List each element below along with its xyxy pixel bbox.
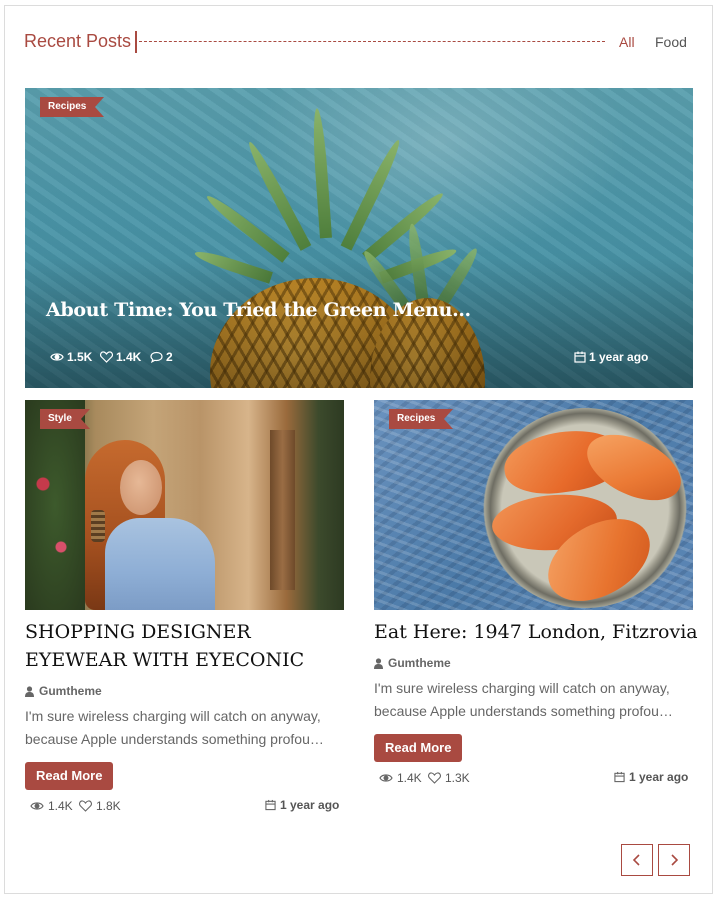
calendar-icon [574, 351, 586, 363]
heart-icon [428, 772, 441, 784]
comment-icon [150, 351, 163, 363]
prev-page-button[interactable] [621, 844, 653, 876]
likes-count: 1.8K [96, 799, 121, 813]
pineapple-leaf [310, 107, 332, 239]
next-page-button[interactable] [658, 844, 690, 876]
category-ribbon[interactable]: Recipes [40, 97, 105, 117]
read-more-button[interactable]: Read More [25, 762, 114, 790]
column [270, 430, 295, 590]
calendar-icon [614, 771, 625, 783]
title-accent-bar [135, 31, 137, 53]
featured-views-count: 1.5K [67, 350, 93, 364]
date-text: 1 year ago [629, 770, 689, 784]
post-1-excerpt: I'm sure wireless charging will catch on… [25, 708, 324, 747]
date-text: 1 year ago [280, 798, 340, 812]
user-icon [25, 685, 34, 697]
user-icon [374, 657, 383, 669]
flowering-shrub [25, 400, 85, 610]
featured-likes[interactable]: 1.4K [100, 350, 141, 364]
tab-food[interactable]: Food [655, 34, 687, 50]
bangles [91, 510, 105, 542]
featured-gradient-overlay [25, 258, 693, 388]
eye-icon [30, 802, 44, 810]
featured-likes-count: 1.4K [116, 350, 142, 364]
featured-date-text: 1 year ago [589, 350, 649, 364]
post-1-author[interactable]: Gumtheme [25, 684, 102, 698]
face [120, 460, 162, 515]
calendar-icon [265, 799, 276, 811]
eye-icon [379, 774, 393, 782]
read-more-button[interactable]: Read More [374, 734, 463, 762]
featured-post-title[interactable]: About Time: You Tried the Green Menu… [46, 299, 471, 321]
post-1-date: 1 year ago [265, 798, 339, 812]
author-name: Gumtheme [39, 684, 102, 698]
widget-title: Recent Posts [24, 31, 132, 51]
featured-post-image[interactable]: Recipes About Time: You Tried the Green … [25, 88, 693, 388]
chevron-left-icon [632, 854, 640, 866]
tab-all[interactable]: All [619, 34, 635, 50]
views-count: 1.4K [48, 799, 73, 813]
post-2-author[interactable]: Gumtheme [374, 656, 451, 670]
featured-date: 1 year ago [574, 350, 648, 364]
title-divider [139, 41, 605, 42]
category-ribbon[interactable]: Style [40, 409, 90, 429]
chevron-right-icon [671, 854, 679, 866]
blue-dress [105, 518, 215, 610]
post-1-image[interactable] [25, 400, 344, 610]
post-1-likes[interactable]: 1.8K [79, 799, 121, 813]
post-1-views: 1.4K [30, 799, 73, 813]
post-2-excerpt: I'm sure wireless charging will catch on… [374, 680, 673, 719]
featured-views: 1.5K [50, 350, 92, 364]
post-2-image[interactable] [374, 400, 693, 610]
post-2-likes[interactable]: 1.3K [428, 771, 470, 785]
eye-icon [50, 353, 64, 361]
heart-icon [100, 351, 113, 363]
post-2-date: 1 year ago [614, 770, 688, 784]
featured-comments-count: 2 [166, 350, 173, 364]
post-1-title[interactable]: SHOPPING DESIGNER EYEWEAR WITH EYECONIC [25, 618, 355, 674]
likes-count: 1.3K [445, 771, 470, 785]
post-2-title[interactable]: Eat Here: 1947 London, Fitzrovia [374, 618, 704, 646]
featured-comments[interactable]: 2 [150, 350, 173, 364]
heart-icon [79, 800, 92, 812]
views-count: 1.4K [397, 771, 422, 785]
post-2-views: 1.4K [379, 771, 422, 785]
category-ribbon[interactable]: Recipes [389, 409, 454, 429]
author-name: Gumtheme [388, 656, 451, 670]
